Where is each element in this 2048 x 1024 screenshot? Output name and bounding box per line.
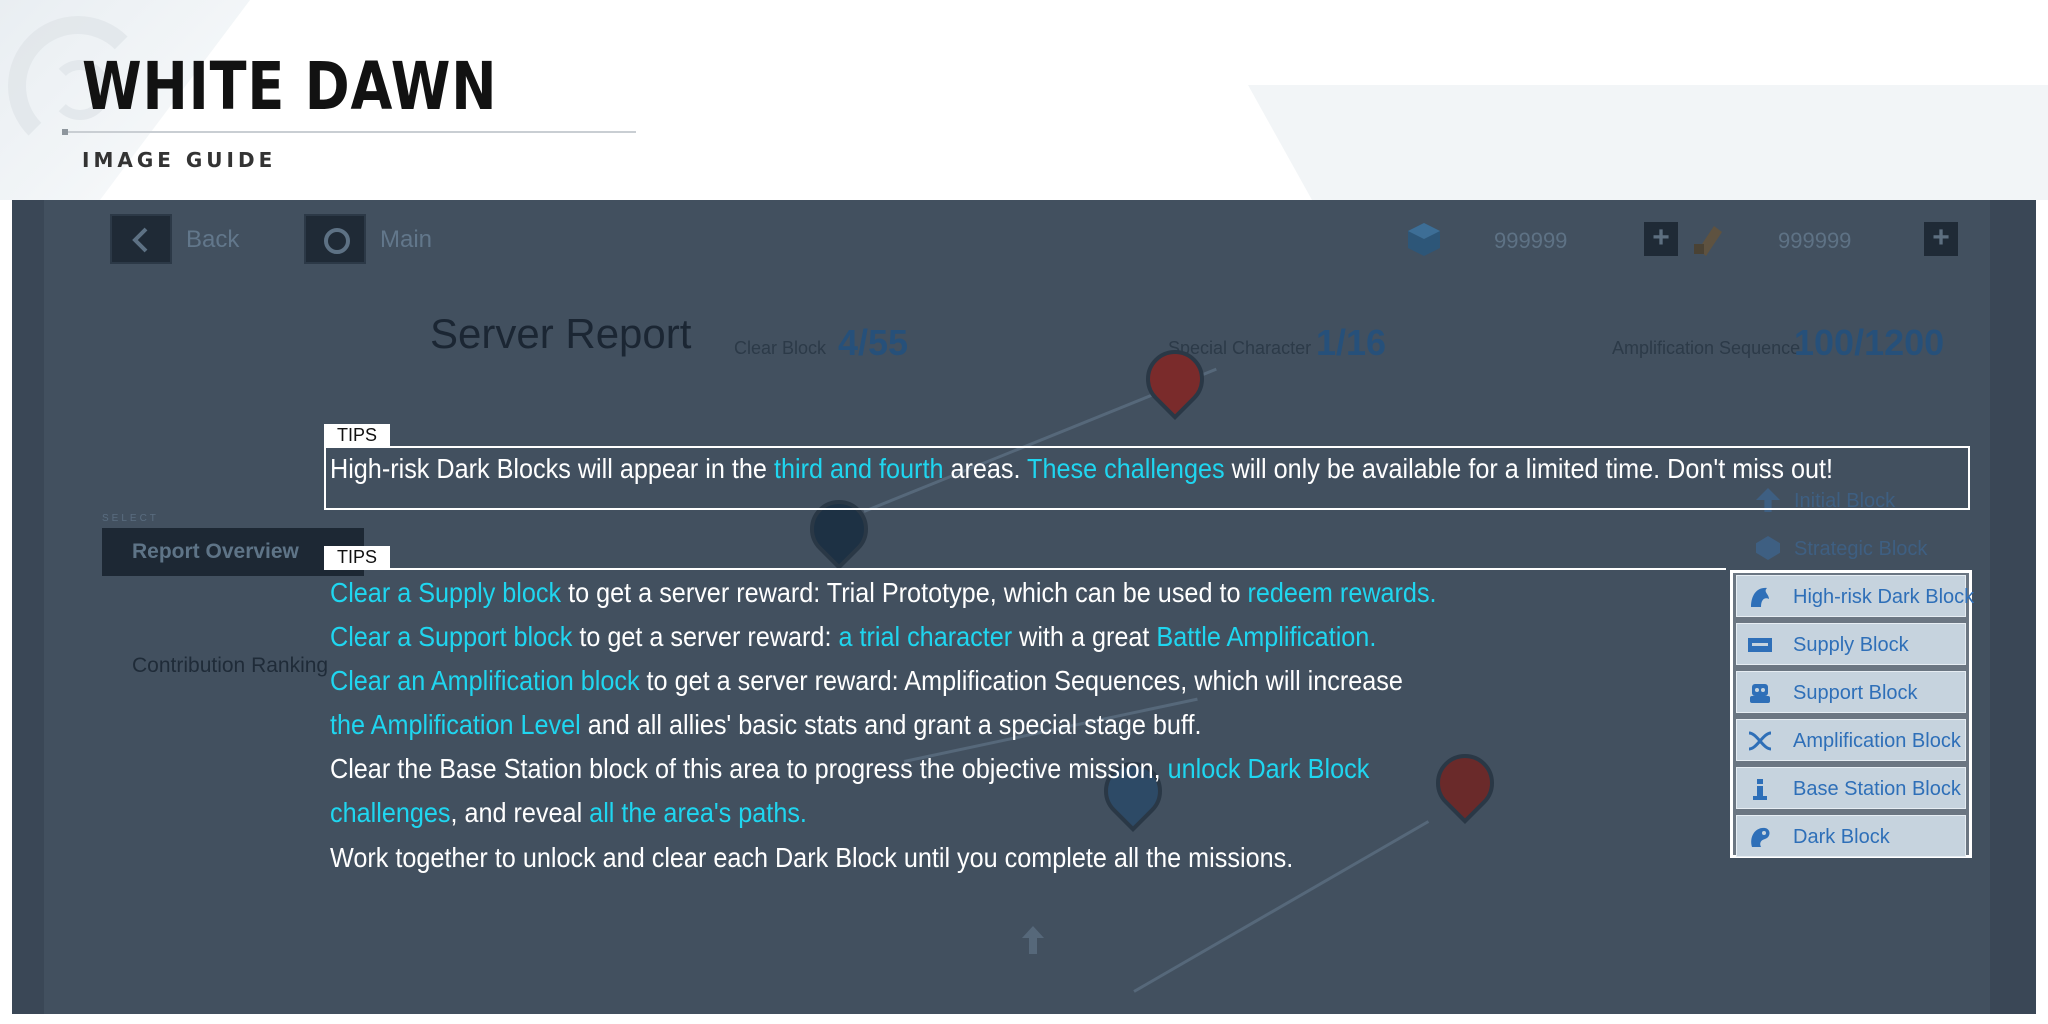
main-button[interactable] [304, 214, 366, 264]
title-divider [62, 129, 636, 135]
ticket-icon [1694, 226, 1722, 256]
tips-tag-2: TIPS [324, 546, 390, 568]
map-marker-supply[interactable] [1423, 741, 1507, 825]
tip-2-line-1: Clear a Supply block to get a server rew… [330, 577, 1437, 608]
legend-item-supply-block[interactable]: Supply Block [1736, 623, 1966, 665]
legend-label: Dark Block [1793, 826, 1890, 848]
stat-amplification-value: 100/1200 [1794, 322, 1945, 363]
back-button[interactable] [110, 214, 172, 264]
supply-crate-icon [1748, 638, 1772, 652]
legend-label: Support Block [1793, 682, 1918, 704]
cube-icon [1408, 223, 1440, 256]
add-resource-1-button[interactable]: + [1644, 222, 1678, 256]
legend-label: High-risk Dark Block [1793, 586, 1975, 608]
tip-2-line-7: Work together to unlock and clear each D… [330, 842, 1294, 873]
legend-strategic-block: Strategic Block [1794, 538, 1928, 560]
dragon-icon [1751, 587, 1769, 607]
stat-clear-block-value: 4/55 [838, 322, 909, 363]
legend-item-high-risk-dark-block[interactable]: High-risk Dark Block [1736, 575, 1974, 617]
tip-1-text: High-risk Dark Blocks will appear in the… [330, 453, 1834, 484]
legend-item-amplification-block[interactable]: Amplification Block [1736, 719, 1966, 761]
sidebar-item-contribution-ranking[interactable]: Contribution Ranking [132, 654, 328, 678]
page-title: WHITE DAWN [82, 48, 498, 125]
tip-2-line-6: challenges, and reveal all the area's pa… [330, 797, 807, 828]
legend-item-base-station-block[interactable]: Base Station Block [1736, 767, 1966, 809]
sidebar-select-caption: SELECT [102, 513, 159, 524]
stat-special-character-value: 1/16 [1316, 322, 1387, 363]
header-background-shape-right [1248, 85, 2048, 200]
tower-icon [1753, 779, 1767, 800]
legend-label: Supply Block [1793, 634, 1909, 656]
chevron-left-icon [132, 227, 148, 253]
legend-label: Amplification Block [1793, 730, 1961, 752]
tip-2-line-3: Clear an Amplification block to get a se… [330, 665, 1403, 696]
legend-label: Base Station Block [1793, 778, 1961, 800]
dna-icon [1748, 731, 1772, 751]
page-subtitle: IMAGE GUIDE [82, 148, 277, 172]
tip-2-line-2: Clear a Support block to get a server re… [330, 621, 1377, 652]
legend-item-dark-block[interactable]: Dark Block [1736, 815, 1966, 857]
tip-2-line-4: the Amplification Level and all allies' … [330, 709, 1202, 740]
support-bot-icon [1750, 684, 1770, 703]
tips-frame-2 [324, 568, 1726, 570]
dark-dragon-icon [1751, 827, 1770, 847]
tips-tag-1: TIPS [324, 424, 390, 446]
back-label[interactable]: Back [186, 226, 239, 254]
stat-amplification-label: Amplification Sequence [1612, 338, 1801, 358]
main-label[interactable]: Main [380, 226, 432, 254]
legend-item-support-block[interactable]: Support Block [1736, 671, 1966, 713]
server-report-title: Server Report [430, 310, 692, 357]
tip-2-line-5: Clear the Base Station block of this are… [330, 753, 1370, 784]
sidebar-item-label: Report Overview [132, 540, 299, 563]
resource-2-value: 999999 [1778, 228, 1852, 253]
home-circle-icon [324, 228, 350, 254]
arrow-up-icon [1022, 926, 1044, 954]
add-resource-2-button[interactable]: + [1924, 222, 1958, 256]
stat-clear-block-label: Clear Block [734, 338, 827, 358]
resource-1-value: 999999 [1494, 228, 1568, 253]
